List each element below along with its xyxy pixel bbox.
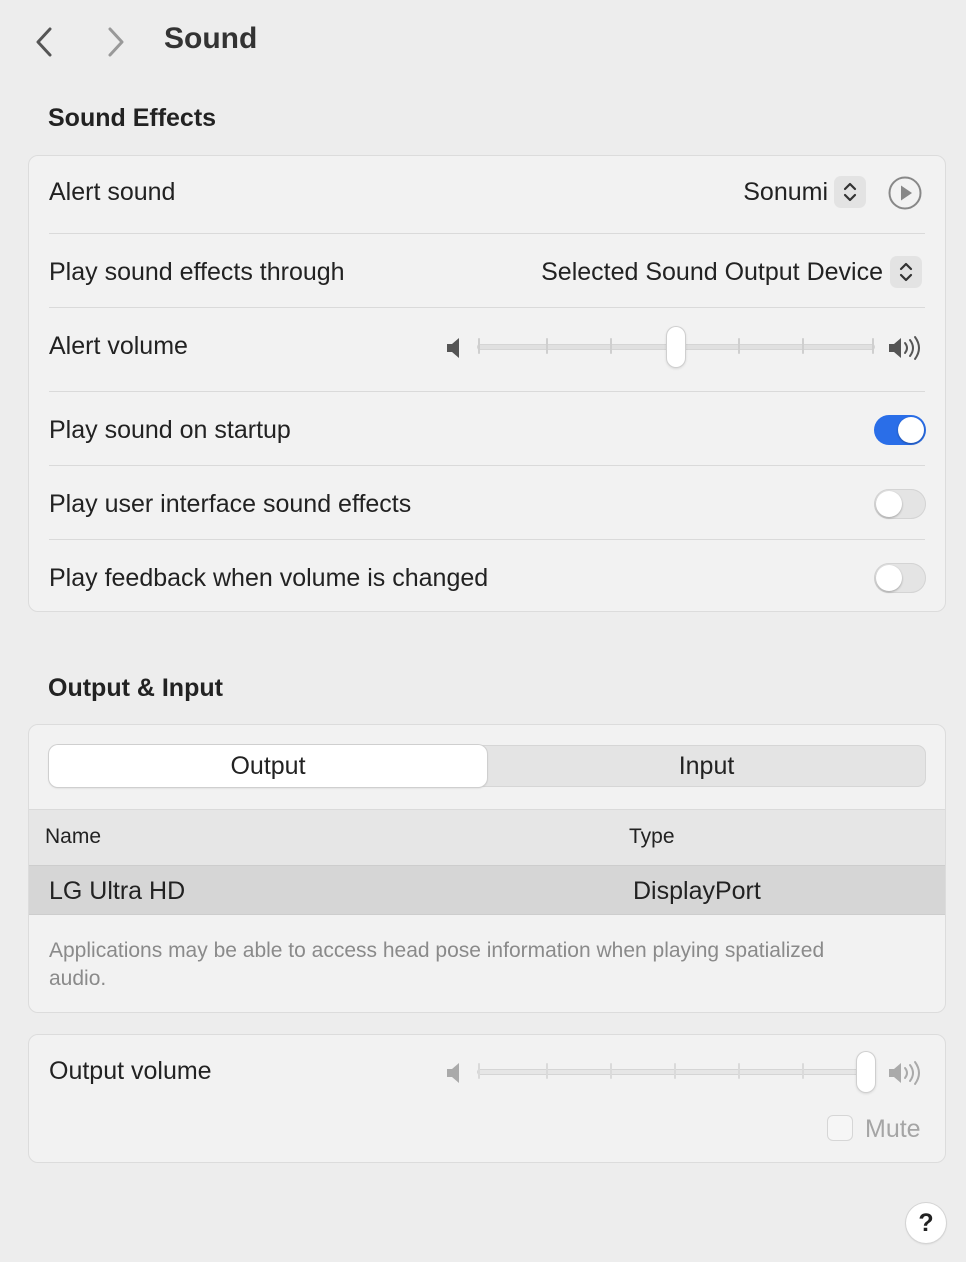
startup-sound-toggle[interactable] (874, 415, 926, 445)
slider-track (477, 1069, 875, 1075)
slider-tick (802, 338, 804, 354)
toggle-knob (898, 417, 924, 443)
volume-feedback-toggle[interactable] (874, 563, 926, 593)
alert-volume-label: Alert volume (49, 332, 188, 360)
back-button[interactable] (24, 22, 64, 62)
speaker-low-icon (447, 338, 459, 358)
divider (49, 307, 925, 308)
ui-sound-effects-toggle[interactable] (874, 489, 926, 519)
tab-output[interactable]: Output (49, 745, 487, 787)
output-input-card: Output Input Name Type LG Ultra HD Displ… (28, 724, 946, 1013)
slider-tick (674, 1063, 676, 1079)
mute-label: Mute (865, 1115, 921, 1143)
section-title-output-input: Output & Input (48, 674, 223, 702)
head-pose-note: Applications may be able to access head … (49, 939, 825, 990)
divider (49, 539, 925, 540)
startup-sound-label: Play sound on startup (49, 416, 291, 444)
slider-tick (610, 1063, 612, 1079)
device-name: LG Ultra HD (49, 877, 186, 905)
speaker-high-icon (889, 336, 920, 360)
divider (49, 233, 925, 234)
table-header: Name Type (29, 809, 945, 865)
play-through-value[interactable]: Selected Sound Output Device (541, 258, 883, 287)
output-volume-card: Output volume Mute (28, 1034, 946, 1163)
mute-checkbox[interactable] (827, 1115, 853, 1141)
volume-feedback-label: Play feedback when volume is changed (49, 564, 489, 592)
slider-tick (478, 1063, 480, 1079)
slider-tick (610, 338, 612, 354)
slider-thumb[interactable] (667, 327, 685, 367)
column-header-type[interactable]: Type (629, 825, 675, 849)
alert-sound-label: Alert sound (49, 178, 176, 206)
output-volume-slider[interactable] (477, 1052, 875, 1092)
toggle-knob (876, 565, 902, 591)
section-title-sound-effects: Sound Effects (48, 104, 217, 132)
output-volume-label: Output volume (49, 1057, 212, 1085)
alert-sound-value[interactable]: Sonumi (743, 178, 828, 207)
page-title: Sound (164, 22, 258, 55)
slider-tick (478, 338, 480, 354)
output-input-segmented-control: Output Input (49, 745, 926, 787)
device-type: DisplayPort (633, 877, 761, 905)
play-through-label: Play sound effects through (49, 258, 345, 286)
divider (49, 391, 925, 392)
chevron-right-icon (108, 27, 124, 57)
play-circle-icon[interactable] (887, 175, 923, 211)
updown-chevron-icon (899, 262, 913, 282)
slider-tick (546, 1063, 548, 1079)
ui-sound-effects-label: Play user interface sound effects (49, 490, 412, 518)
chevron-left-icon (36, 27, 52, 57)
help-button[interactable]: ? (906, 1203, 946, 1243)
slider-tick (738, 1063, 740, 1079)
slider-tick (546, 338, 548, 354)
speaker-high-icon (889, 1061, 920, 1085)
divider (49, 465, 925, 466)
slider-tick (872, 338, 874, 354)
slider-tick (802, 1063, 804, 1079)
updown-chevron-icon (843, 182, 857, 202)
toggle-knob (876, 491, 902, 517)
alert-sound-popup-button[interactable] (834, 176, 866, 208)
alert-volume-slider[interactable] (477, 327, 875, 367)
slider-thumb[interactable] (857, 1052, 875, 1092)
speaker-low-icon (447, 1063, 459, 1083)
play-through-popup-button[interactable] (890, 256, 922, 288)
slider-tick (738, 338, 740, 354)
sound-effects-card: Alert sound Sonumi Play sound effects th… (28, 155, 946, 612)
column-header-name[interactable]: Name (45, 825, 101, 849)
forward-button[interactable] (96, 22, 136, 62)
table-row[interactable]: LG Ultra HD DisplayPort (29, 865, 945, 915)
tab-input[interactable]: Input (487, 745, 926, 787)
